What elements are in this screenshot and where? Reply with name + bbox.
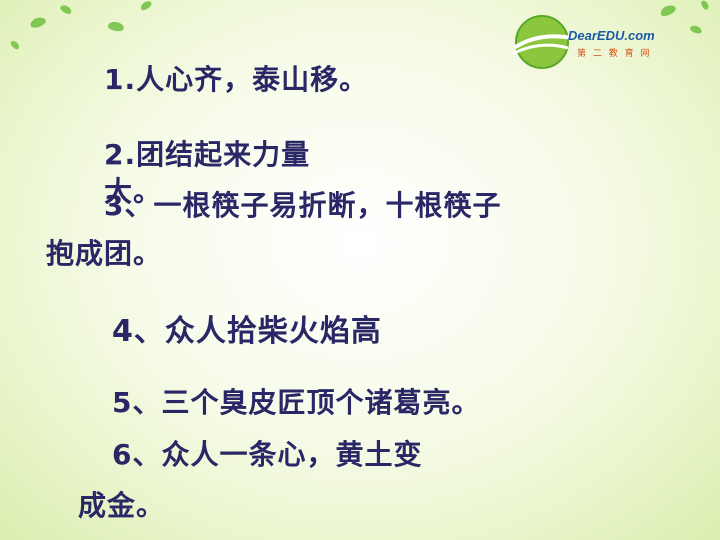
proverb-5: 5、三个臭皮匠顶个诸葛亮。 <box>112 386 481 419</box>
proverb-3-continuation: 抱成团。 <box>46 237 163 270</box>
leaf-decoration <box>28 15 48 30</box>
logo-subtitle: 第 二 教 育 网 <box>577 49 652 59</box>
leaf-decoration <box>107 20 125 33</box>
leaf-decoration <box>699 0 711 11</box>
logo-brand-text: DearEDU.com <box>568 28 655 43</box>
proverb-2: 2.团结起来力量 <box>104 138 311 171</box>
leaf-decoration <box>9 39 21 51</box>
proverb-1: 1.人心齐，泰山移。 <box>104 63 369 96</box>
proverb-6: 6、众人一条心，黄土变 <box>112 438 423 471</box>
leaf-decoration <box>689 24 703 35</box>
leaf-decoration <box>139 0 153 12</box>
proverb-4: 4、众人拾柴火焰高 <box>112 314 382 349</box>
leaf-decoration <box>59 3 73 16</box>
proverb-6-continuation: 成金。 <box>78 489 166 522</box>
proverb-3: 3、一根筷子易折断，十根筷子 <box>104 189 502 222</box>
